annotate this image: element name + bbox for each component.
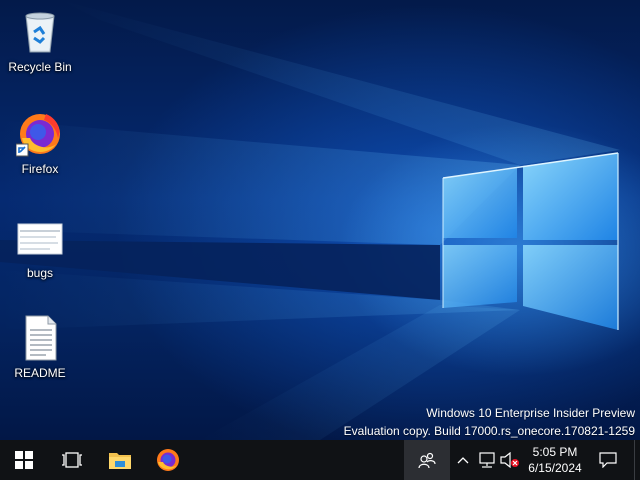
clock-time: 5:05 PM (532, 445, 578, 459)
firefox-icon (15, 110, 64, 158)
action-center-button[interactable] (592, 440, 624, 480)
desktop-icon-firefox[interactable]: Firefox (4, 110, 76, 176)
image-file-icon (16, 214, 64, 262)
volume-muted-icon (500, 452, 519, 468)
file-explorer-icon (109, 453, 131, 469)
task-view-icon (62, 452, 82, 468)
clock-button[interactable]: 5:05 PM 6/15/2024 (523, 440, 587, 480)
windows-start-icon (15, 451, 33, 469)
desktop-icon-bugs[interactable]: bugs (4, 214, 76, 280)
task-view-button[interactable] (48, 440, 96, 480)
firefox-icon (157, 449, 179, 471)
desktop-icon-label: README (14, 366, 66, 380)
people-icon (418, 452, 436, 469)
clock-date: 6/15/2024 (528, 461, 582, 475)
taskbar-file-explorer[interactable] (96, 440, 144, 480)
watermark-line-build: Evaluation copy. Build 17000.rs_onecore.… (343, 424, 635, 438)
taskbar-firefox[interactable] (144, 440, 192, 480)
wallpaper (0, 0, 620, 440)
people-button[interactable] (404, 440, 450, 480)
start-button[interactable] (0, 440, 48, 480)
show-desktop-button[interactable] (634, 440, 640, 480)
desktop[interactable]: Recycle Bin Firefox bugs README Windows … (0, 0, 640, 440)
desktop-icon-label: bugs (26, 266, 54, 280)
network-button[interactable] (476, 440, 498, 480)
volume-button[interactable] (499, 440, 521, 480)
show-hidden-icons-button[interactable] (452, 440, 474, 480)
desktop-icon-label: Firefox (21, 162, 59, 176)
watermark-line-edition: Windows 10 Enterprise Insider Preview (426, 406, 635, 420)
network-icon (479, 452, 495, 468)
taskbar: 5:05 PM 6/15/2024 (0, 440, 640, 480)
chevron-up-icon (457, 457, 469, 464)
desktop-icon-recycle-bin[interactable]: Recycle Bin (4, 8, 76, 74)
evaluation-watermark: Windows 10 Enterprise Insider Preview Ev… (344, 404, 635, 440)
recycle-bin-icon (16, 8, 64, 56)
action-center-icon (599, 452, 617, 468)
desktop-icon-label: Recycle Bin (8, 60, 72, 74)
desktop-icon-readme[interactable]: README (4, 314, 76, 380)
text-document-icon (16, 314, 64, 362)
